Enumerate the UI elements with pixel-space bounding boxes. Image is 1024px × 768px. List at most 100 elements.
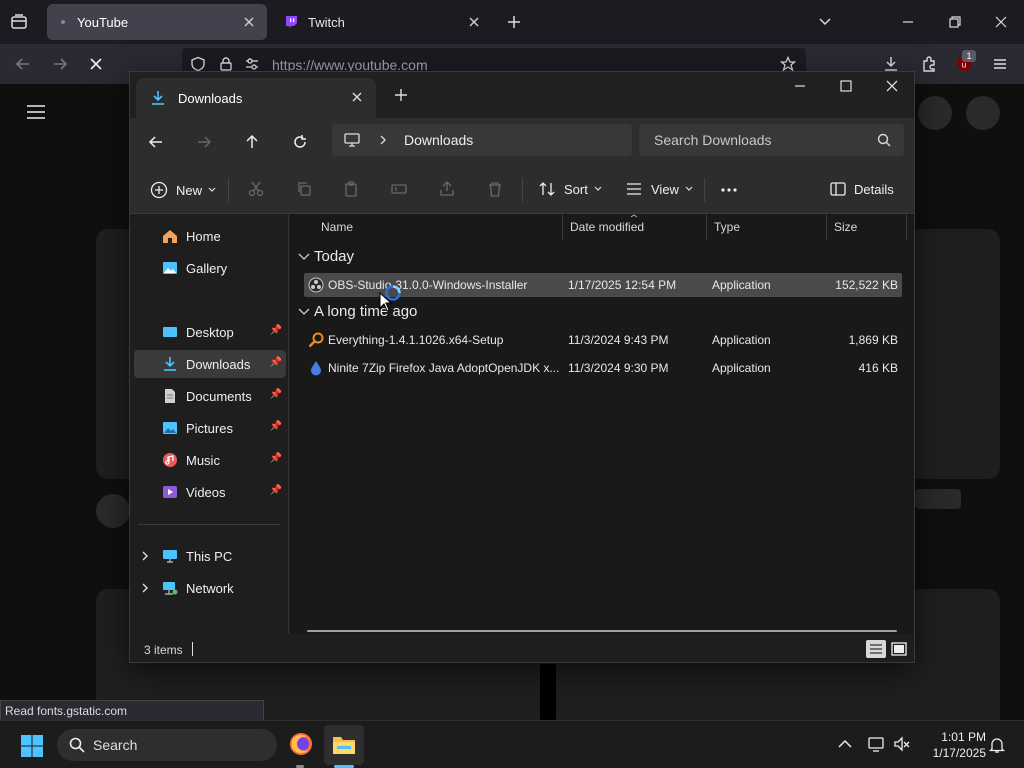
nav-item-videos[interactable]: Videos 📌 xyxy=(134,478,286,506)
nav-label: Network xyxy=(186,580,234,596)
share-icon[interactable] xyxy=(439,181,455,197)
pin-icon[interactable]: 📌 xyxy=(270,453,282,464)
details-pane-button[interactable]: Details xyxy=(830,181,894,197)
shield-icon[interactable] xyxy=(190,56,206,72)
new-tab-icon[interactable] xyxy=(506,14,522,30)
column-header-type[interactable]: Type xyxy=(707,214,827,240)
rename-icon[interactable] xyxy=(391,181,407,197)
refresh-icon[interactable] xyxy=(292,134,308,150)
close-window-icon[interactable] xyxy=(884,78,900,94)
chevron-right-icon[interactable] xyxy=(140,582,150,594)
bookmark-star-icon[interactable] xyxy=(780,56,796,72)
youtube-menu-icon[interactable] xyxy=(26,104,46,120)
nav-item-documents[interactable]: Documents 📌 xyxy=(134,382,286,410)
nav-item-gallery[interactable]: Gallery xyxy=(134,254,286,282)
delete-icon[interactable] xyxy=(487,181,503,197)
cut-icon[interactable] xyxy=(248,181,264,197)
item-count: 3 items xyxy=(144,643,183,657)
permissions-icon[interactable] xyxy=(244,56,260,72)
pin-icon[interactable]: 📌 xyxy=(270,325,282,336)
network-status-icon[interactable] xyxy=(867,735,885,753)
tiles-view-button[interactable] xyxy=(890,640,908,658)
lock-icon[interactable] xyxy=(218,56,234,72)
taskbar-clock[interactable]: 1:01 PM 1/17/2025 xyxy=(920,729,986,761)
new-button[interactable]: New xyxy=(150,181,216,199)
file-row-ninite[interactable]: Ninite 7Zip Firefox Java AdoptOpenJDK x.… xyxy=(304,356,902,380)
extensions-icon[interactable] xyxy=(920,55,938,73)
view-list-icon xyxy=(625,181,643,197)
sort-label: Sort xyxy=(564,181,588,197)
file-row-everything[interactable]: Everything-1.4.1.1026.x64-Setup 11/3/202… xyxy=(304,328,902,352)
nav-divider xyxy=(138,524,280,525)
music-icon xyxy=(162,452,178,468)
explorer-address-bar[interactable]: Downloads xyxy=(332,124,632,156)
copy-icon[interactable] xyxy=(296,181,312,197)
forward-icon[interactable] xyxy=(51,55,69,73)
nav-label: Music xyxy=(186,452,220,468)
column-header-size[interactable]: Size xyxy=(827,214,907,240)
new-tab-icon[interactable] xyxy=(394,88,408,102)
paste-icon[interactable] xyxy=(343,181,359,197)
minimize-icon[interactable] xyxy=(792,78,808,94)
firefox-icon[interactable] xyxy=(288,731,314,757)
menu-hamburger-icon[interactable] xyxy=(991,55,1009,73)
nav-item-music[interactable]: Music 📌 xyxy=(134,446,286,474)
busy-spinner-icon xyxy=(384,284,402,302)
speaker-muted-icon[interactable] xyxy=(893,735,911,753)
pin-icon[interactable]: 📌 xyxy=(270,357,282,368)
column-header-date[interactable]: Date modified xyxy=(563,214,707,240)
chevron-down-icon[interactable] xyxy=(817,14,833,30)
explorer-tab-label: Downloads xyxy=(178,90,243,106)
pin-icon[interactable]: 📌 xyxy=(270,421,282,432)
breadcrumb-downloads[interactable]: Downloads xyxy=(404,132,473,148)
close-window-icon[interactable] xyxy=(993,14,1009,30)
explorer-tab-downloads[interactable]: Downloads xyxy=(136,78,376,118)
view-button[interactable]: View xyxy=(625,181,693,197)
desktop-icon xyxy=(162,324,178,340)
chevron-right-icon[interactable] xyxy=(140,550,150,562)
horizontal-scrollbar[interactable] xyxy=(307,630,897,632)
stop-loading-icon[interactable] xyxy=(87,55,105,73)
notification-bell-icon[interactable] xyxy=(988,736,1006,754)
forward-icon[interactable] xyxy=(196,134,212,150)
tab-list-icon[interactable] xyxy=(10,13,28,31)
nav-item-desktop[interactable]: Desktop 📌 xyxy=(134,318,286,346)
maximize-icon[interactable] xyxy=(838,78,854,94)
column-header-name[interactable]: Name xyxy=(314,214,563,240)
file-date: 11/3/2024 9:43 PM xyxy=(568,333,669,347)
chevron-right-icon[interactable] xyxy=(378,134,388,146)
explorer-taskbar-button[interactable] xyxy=(324,725,364,765)
back-icon[interactable] xyxy=(148,134,164,150)
new-label: New xyxy=(176,182,203,198)
nav-item-this-pc[interactable]: This PC xyxy=(134,542,286,570)
close-tab-icon[interactable] xyxy=(350,90,364,104)
sort-button[interactable]: Sort xyxy=(538,181,602,197)
explorer-search-box[interactable]: Search Downloads xyxy=(639,124,904,156)
details-view-button[interactable] xyxy=(866,640,886,658)
search-icon[interactable] xyxy=(877,133,891,147)
back-icon[interactable] xyxy=(14,55,32,73)
nav-item-pictures[interactable]: Pictures 📌 xyxy=(134,414,286,442)
chevron-down-icon xyxy=(298,308,310,316)
browser-tab-youtube[interactable]: YouTube xyxy=(47,4,267,40)
browser-tab-twitch[interactable]: Twitch xyxy=(272,4,492,40)
pin-icon[interactable]: 📌 xyxy=(270,389,282,400)
close-tab-icon[interactable] xyxy=(466,14,482,30)
nav-item-network[interactable]: Network xyxy=(134,574,286,602)
chevron-up-icon[interactable] xyxy=(837,737,853,751)
obs-icon xyxy=(308,277,324,293)
group-header-today[interactable]: Today xyxy=(298,248,354,265)
nav-item-home[interactable]: Home xyxy=(134,222,286,250)
up-arrow-icon[interactable] xyxy=(244,134,260,150)
close-tab-icon[interactable] xyxy=(241,14,257,30)
more-options-icon[interactable] xyxy=(720,182,738,198)
minimize-icon[interactable] xyxy=(900,14,916,30)
file-size: 152,522 KB xyxy=(835,278,898,292)
nav-item-downloads[interactable]: Downloads 📌 xyxy=(134,350,286,378)
restore-icon[interactable] xyxy=(947,14,963,30)
nav-label: Pictures xyxy=(186,420,233,436)
taskbar-search-box[interactable]: Search xyxy=(57,729,277,761)
pin-icon[interactable]: 📌 xyxy=(270,485,282,496)
windows-start-icon[interactable] xyxy=(20,734,44,758)
tab-label: Twitch xyxy=(308,14,345,30)
